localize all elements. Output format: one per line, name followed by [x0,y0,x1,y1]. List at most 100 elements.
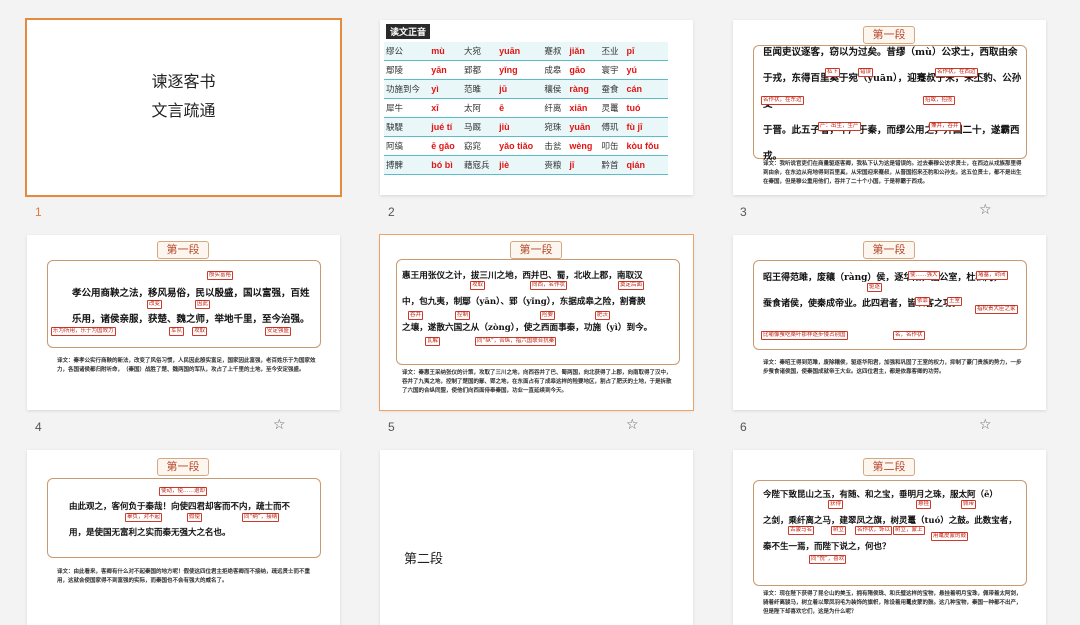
annotation-tag: 指权贵大臣之家 [975,305,1018,314]
table-cell-pinyin: jī [567,155,600,175]
annotation-tag: 名作状，在东边 [761,96,804,105]
annotation-tag: 同“纳”，接纳 [242,513,280,522]
annotation-tag: 获得 [828,500,844,509]
annotation-tag: 安定强盛 [265,327,292,336]
star-icon[interactable]: ☆ [979,202,992,218]
annotation-tag: 攻取 [470,281,486,290]
star-icon[interactable]: ☆ [273,417,286,433]
pronunciation-table: 缪公 mù 大宛 yuān 蹇叔 jiǎn 丕业 pī 鄢陵 yān 郢都 yǐng 成皋 gāo 寰宇 yú… [384,42,668,175]
annotation-tag: 树立 [831,526,847,535]
annotation-tag: 吞并 [408,311,424,320]
table-cell-pinyin: jué tí [429,117,462,137]
table-cell-word: 搏髀 [384,155,430,175]
annotation-tag: 错误 [858,68,874,77]
annotation-tag: 私下 [825,68,841,77]
table-cell-word: 犀牛 [384,98,430,118]
table-cell-word: 黔首 [599,155,625,175]
section-banner: 第一段 [510,241,562,259]
slide-thumbnail-8[interactable]: 第二段 [380,450,693,625]
slide-thumbnail-9[interactable]: 第二段 今陛下致昆山之玉，有随、和之宝，垂明月之珠，服太阿（ē） 之剑，乘纤离之马… [733,450,1046,625]
slide-number: 5 [388,420,395,434]
annotation-tag: 使动，使……退却 [159,487,208,496]
table-cell-word: 太阿 [461,98,498,118]
annotation-tag: 攻取 [192,327,208,336]
translation-note: 译文：我听说官吏们在商量驱逐客卿，我私下认为这是错误的。过去秦穆公访求贤士，在西… [763,161,1022,185]
annotation-tag: 同“悦”，喜欢 [809,555,847,564]
annotation-tag: 奠定后面 [618,281,645,290]
slide-thumbnail-5[interactable]: 第一段 惠王用张仪之计，拔三川之地，西并巴、蜀，北收上郡，南取汉 中，包九夷，制鄢… [379,234,694,411]
star-icon[interactable]: ☆ [979,417,992,433]
table-cell-pinyin: pī [624,42,668,61]
star-icon[interactable]: ☆ [626,417,639,433]
passage-text: 惠王用张仪之计，拔三川之地，西并巴、蜀，北收上郡，南取汉 中，包九夷，制鄢（yān… [402,271,653,333]
table-cell-pinyin: jiè [497,155,543,175]
annotation-tag: 改变 [147,300,163,309]
table-cell-pinyin: yú [624,60,668,80]
annotation-tag: 比喻像蚕吃桑叶那样逐步侵占别国 [761,331,848,340]
table-row: 阿缟 ē gǎo 窈窕 yǎo tiǎo 击瓮 wèng 叩缶 kòu fǒu [384,136,668,156]
table-cell-pinyin: yuān [567,117,600,137]
annotation-tag: 假使 [187,513,203,522]
table-cell-word: 駃騠 [384,117,430,137]
annotation-tag: 悬挂 [916,500,932,509]
table-cell-word: 击瓮 [542,136,568,156]
slide-thumbnail-3[interactable]: 第一段 臣闻吏议逐客，窃以为过矣。昔缪（mù）公求士，西取由余 于戎，东得百里奚于… [733,20,1046,195]
table-cell-word: 鄢陵 [384,60,430,80]
annotation-tag: 向西，名作状 [530,281,568,290]
slide-thumbnail-4[interactable]: 第一段 孝公用商鞅之法，移风易俗，民以殷盛，国以富强，百姓 乐用，诸侯亲服，获楚、… [27,235,340,410]
table-cell-word: 藉寇兵 [461,155,498,175]
annotation-tag: 险要 [540,311,556,320]
table-row: 駃騠 jué tí 马厩 jiù 宛珠 yuān 傅玑 fù jī [384,117,668,137]
annotation-tag: 招致，招揽 [923,96,955,105]
annotation-tag: 依靠 [915,297,931,306]
slide-number: 1 [35,205,42,219]
table-cell-pinyin: yì [429,79,462,99]
annotation-tag: 名作状，在西边 [935,68,978,77]
table-cell-pinyin: jiǎn [567,42,600,61]
translation-note: 译文：秦惠王采纳张仪的计策，攻取了三川之地，向西吞并了巴、蜀两国，向北获得了上郡… [402,370,672,394]
table-cell-word: 功施到今 [384,79,430,99]
table-cell-word: 成皋 [542,60,568,80]
annotation-tag: 因此 [195,300,211,309]
slide-number: 6 [740,420,747,434]
table-row: 犀牛 xī 太阿 ē 纤离 xiān 灵鼍 tuó [384,98,668,118]
section-banner: 第一段 [157,458,209,476]
annotation-tag: 驱逐 [867,283,883,292]
annotation-tag: 佩带 [961,500,977,509]
table-cell-pinyin: yǐng [497,60,543,80]
table-cell-word: 寰宇 [599,60,625,80]
table-cell-pinyin: qián [624,155,668,175]
annotation-tag: 古骏马名 [788,526,815,535]
annotation-tag: 王室 [947,297,963,306]
slide-title: 读文正音 [386,24,431,39]
slide-thumbnail-2[interactable]: 读文正音 缪公 mù 大宛 yuān 蹇叔 jiǎn 丕业 pī 鄢陵 yān 郢都 yǐng 成皋 gā… [380,20,693,195]
table-cell-word: 窈窕 [461,136,498,156]
translation-note: 译文：由此看来，客卿有什么对不起秦国的地方呢！假使这四位君主拒绝客卿而不接纳，疏… [57,569,311,584]
section-banner: 第一段 [157,241,209,259]
table-cell-word: 叩缶 [599,136,625,156]
table-cell-pinyin: ē [497,98,543,118]
annotation-tag: 控制 [455,311,471,320]
table-cell-pinyin: kòu fǒu [624,136,668,156]
table-cell-pinyin: fù jī [624,117,668,137]
annotation-tag: 同“纵”，合纵，指六国联合抗秦 [475,337,557,346]
table-row: 鄢陵 yān 郢都 yǐng 成皋 gāo 寰宇 yú [384,60,668,80]
table-cell-word: 宛珠 [542,117,568,137]
table-cell-pinyin: ràng [567,79,600,99]
slide-title: 谏逐客书 [151,72,216,91]
table-cell-word: 蚕食 [599,79,625,99]
passage-text: 臣闻吏议逐客，窃以为过矣。昔缪（mù）公求士，西取由余 于戎，东得百里奚于宛（yu… [763,47,1022,162]
slide-thumbnail-1[interactable]: 谏逐客书 文言疏通 [25,18,342,197]
table-cell-pinyin: bó bì [429,155,462,175]
translation-note: 译文：现在陛下获得了昆仑山的美玉，拥有隋侯珠、和氏璧这样的宝物，悬挂着明月宝珠，… [763,591,1022,615]
slide-thumbnail-7[interactable]: 第一段 由此观之，客何负于秦哉！向使四君却客而不内，疏士而不 用，是使国无富利之实… [27,450,340,625]
slide-thumbnail-6[interactable]: 第一段 昭王得范雎，废穰（ràng）侯，逐华阳，强公室，杜私门， 蚕食诸侯，使秦成… [733,235,1046,410]
annotation-tag: 辜负，对不起 [125,513,163,522]
table-cell-word: 范雎 [461,79,498,99]
passage-text: 今陛下致昆山之玉，有随、和之宝，垂明月之珠，服太阿（ē） 之剑，乘纤离之马，建翠凤… [763,490,1017,552]
annotation-tag: 肥沃 [595,311,611,320]
table-cell-pinyin: yuān [497,42,543,61]
table-cell-word: 大宛 [461,42,498,61]
table-row: 搏髀 bó bì 藉寇兵 jiè 赍粮 jī 黔首 qián [384,155,668,175]
annotation-tag: 瓦解 [425,337,441,346]
